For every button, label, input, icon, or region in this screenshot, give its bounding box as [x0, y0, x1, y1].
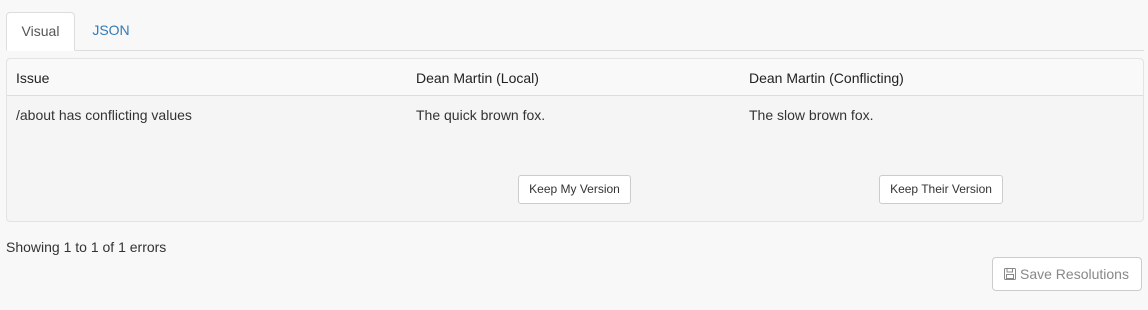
tab-json[interactable]: JSON: [80, 12, 142, 51]
save-resolutions-label: Save Resolutions: [1020, 266, 1129, 282]
conflicts-panel: Issue Dean Martin (Local) Dean Martin (C…: [6, 58, 1144, 222]
tab-visual[interactable]: Visual: [6, 12, 75, 51]
column-header-issue: Issue: [16, 70, 50, 86]
keep-their-version-button[interactable]: Keep Their Version: [879, 175, 1003, 204]
column-header-conflicting: Dean Martin (Conflicting): [749, 70, 904, 86]
column-header-local: Dean Martin (Local): [416, 70, 539, 86]
issue-cell: /about has conflicting values: [16, 107, 192, 123]
floppy-disk-icon: [1004, 259, 1016, 280]
pagination-info: Showing 1 to 1 of 1 errors: [6, 239, 167, 255]
table-header: Issue Dean Martin (Local) Dean Martin (C…: [7, 59, 1143, 96]
view-tabs: Visual JSON: [6, 12, 1144, 51]
save-resolutions-button[interactable]: Save Resolutions: [992, 257, 1142, 291]
keep-my-version-button[interactable]: Keep My Version: [518, 175, 631, 204]
local-value-cell: The quick brown fox.: [416, 107, 546, 123]
conflicting-value-cell: The slow brown fox.: [749, 107, 874, 123]
